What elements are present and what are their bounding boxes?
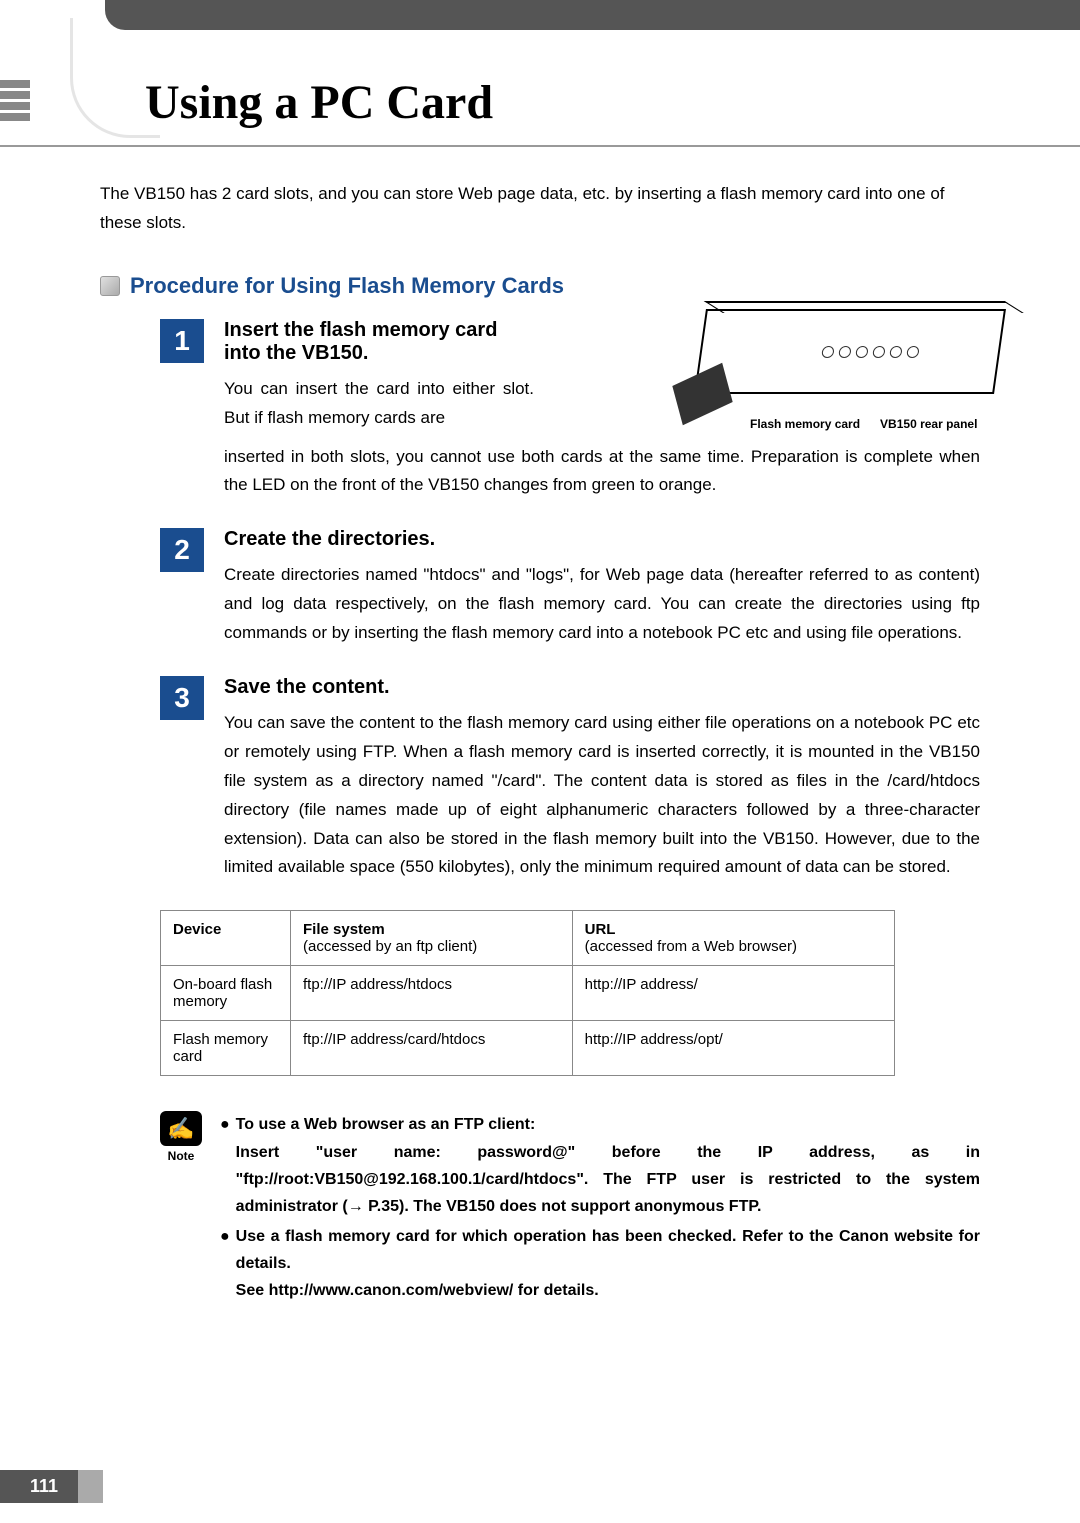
step-1-text-narrow: You can insert the card into either slot… — [224, 375, 534, 433]
cell: On-board flash memory — [161, 966, 291, 1021]
file-system-table: Device File system (accessed by an ftp c… — [160, 910, 895, 1076]
step-1: 1 Insert the flash memory card into the … — [100, 319, 980, 433]
page-title: Using a PC Card — [145, 75, 493, 130]
cell: ftp://IP address/htdocs — [291, 966, 573, 1021]
th-url: URL (accessed from a Web browser) — [572, 911, 894, 966]
table-header-row: Device File system (accessed by an ftp c… — [161, 911, 895, 966]
note-icon: ✍ — [160, 1111, 202, 1146]
device-outline — [694, 309, 1006, 394]
header-bar — [105, 0, 1080, 30]
table-row: On-board flash memory ftp://IP address/h… — [161, 966, 895, 1021]
device-diagram: Flash memory card VB150 rear panel — [700, 309, 1030, 429]
table-row: Flash memory card ftp://IP address/card/… — [161, 1021, 895, 1076]
th-url-sub: (accessed from a Web browser) — [585, 938, 882, 955]
main-content: The VB150 has 2 card slots, and you can … — [100, 180, 980, 1308]
label-flash-card: Flash memory card — [750, 417, 860, 431]
step-2-text: Create directories named "htdocs" and "l… — [224, 561, 980, 648]
device-ports — [821, 346, 920, 358]
note-2-heading: Use a flash memory card for which operat… — [236, 1228, 980, 1272]
step-1-title: Insert the flash memory card into the VB… — [224, 319, 534, 365]
th-fs-main: File system — [303, 921, 385, 938]
bullet-icon: ● — [220, 1223, 230, 1305]
step-3-number: 3 — [160, 676, 204, 720]
th-device: Device — [161, 911, 291, 966]
note-icon-container: ✍ Note — [160, 1111, 202, 1307]
note-label: Note — [160, 1149, 202, 1163]
th-url-main: URL — [585, 921, 616, 938]
section-heading-text: Procedure for Using Flash Memory Cards — [130, 273, 564, 299]
note-body: ● To use a Web browser as an FTP client:… — [220, 1111, 980, 1307]
th-filesystem: File system (accessed by an ftp client) — [291, 911, 573, 966]
note-1-heading: To use a Web browser as an FTP client: — [236, 1116, 536, 1133]
diagram-labels: Flash memory card VB150 rear panel — [750, 417, 977, 431]
step-3-text: You can save the content to the flash me… — [224, 709, 980, 882]
title-divider — [0, 145, 1080, 147]
note-box: ✍ Note ● To use a Web browser as an FTP … — [160, 1111, 980, 1307]
cell: Flash memory card — [161, 1021, 291, 1076]
step-3-title: Save the content. — [224, 676, 980, 699]
side-accent-bars — [0, 80, 30, 121]
step-1-number: 1 — [160, 319, 204, 363]
step-1-text-wide: inserted in both slots, you cannot use b… — [224, 443, 980, 501]
step-2-title: Create the directories. — [224, 528, 980, 551]
section-heading: Procedure for Using Flash Memory Cards — [100, 273, 980, 299]
cell: http://IP address/ — [572, 966, 894, 1021]
label-rear-panel: VB150 rear panel — [880, 417, 977, 431]
step-3: 3 Save the content. You can save the con… — [100, 676, 980, 882]
step-2-number: 2 — [160, 528, 204, 572]
section-bullet-icon — [100, 276, 120, 296]
note-item-2: ● Use a flash memory card for which oper… — [220, 1223, 980, 1305]
intro-text: The VB150 has 2 card slots, and you can … — [100, 180, 980, 238]
step-2: 2 Create the directories. Create directo… — [100, 528, 980, 648]
note-1-body: Insert "user name: password@" before the… — [236, 1139, 980, 1221]
cell: ftp://IP address/card/htdocs — [291, 1021, 573, 1076]
note-2-body: See http://www.canon.com/webview/ for de… — [236, 1282, 599, 1299]
th-fs-sub: (accessed by an ftp client) — [303, 938, 560, 955]
note-item-1: ● To use a Web browser as an FTP client:… — [220, 1111, 980, 1220]
bullet-icon: ● — [220, 1111, 230, 1220]
cell: http://IP address/opt/ — [572, 1021, 894, 1076]
th-device-main: Device — [173, 921, 221, 938]
page-number: 111 — [0, 1470, 78, 1503]
